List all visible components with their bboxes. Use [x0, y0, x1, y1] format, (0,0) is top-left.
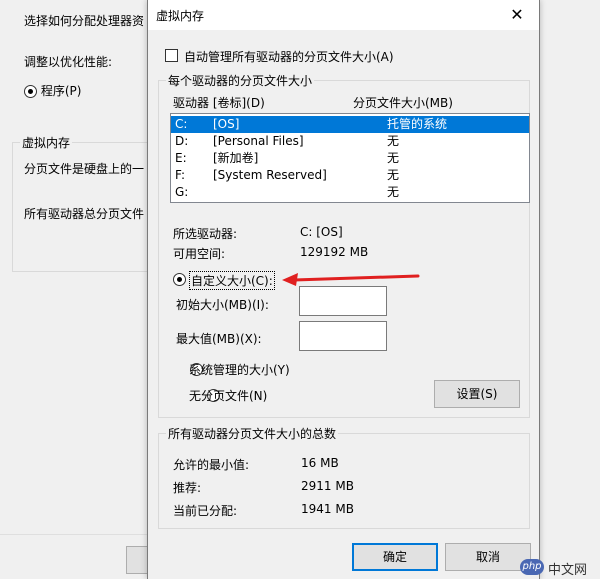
no-paging-label[interactable]: 无分页文件(N) — [189, 387, 267, 404]
php-logo-icon: php — [520, 559, 544, 575]
annotation-arrow-icon — [282, 273, 420, 286]
drive-letter: D: — [175, 134, 189, 148]
drive-row-f[interactable]: F: [System Reserved] 无 — [171, 167, 529, 184]
drive-size: 无 — [387, 151, 400, 165]
selected-drive-value: C: [OS] — [300, 225, 343, 239]
close-icon: ✕ — [510, 5, 524, 24]
drive-row-e[interactable]: E: [新加卷] 无 — [171, 150, 529, 167]
drive-label: [Personal Files] — [213, 134, 304, 148]
drive-letter: E: — [175, 151, 187, 165]
free-space-label: 可用空间: — [173, 247, 226, 261]
drive-letter: F: — [175, 168, 186, 182]
currently-allocated-value: 1941 MB — [301, 502, 354, 516]
initial-size-label: 初始大小(MB)(I): — [176, 298, 269, 312]
program-radio-label: 程序(P) — [40, 84, 82, 98]
drive-column-header: 驱动器 [卷标](D) — [173, 96, 265, 110]
per-drive-group-title: 每个驱动器的分页文件大小 — [166, 72, 315, 89]
max-size-label: 最大值(MB)(X): — [176, 332, 262, 346]
min-allowed-value: 16 MB — [301, 456, 339, 470]
program-radio-option[interactable]: 程序(P) — [24, 82, 81, 99]
drive-letter: C: — [175, 117, 188, 131]
processor-scheduling-text: 选择如何分配处理器资 — [24, 14, 145, 28]
recommended-value: 2911 MB — [301, 479, 354, 493]
custom-size-radio[interactable] — [173, 273, 186, 286]
drive-row-c[interactable]: C: [OS] 托管的系统 — [171, 116, 529, 133]
watermark-text: 中文网 — [548, 563, 588, 578]
selected-drive-label: 所选驱动器: — [173, 227, 238, 241]
recommended-label: 推荐: — [173, 481, 202, 495]
ok-button[interactable]: 确定 — [352, 543, 438, 571]
auto-manage-label[interactable]: 自动管理所有驱动器的分页文件大小(A) — [184, 48, 394, 65]
min-allowed-label: 允许的最小值: — [173, 458, 250, 472]
initial-size-input[interactable] — [299, 286, 387, 316]
virtual-memory-group-title: 虚拟内存 — [20, 134, 73, 151]
auto-manage-checkbox[interactable] — [165, 49, 178, 62]
drive-size: 托管的系统 — [387, 117, 448, 131]
drive-size: 无 — [387, 168, 400, 182]
drive-label: [OS] — [213, 117, 240, 131]
program-radio[interactable] — [24, 85, 37, 98]
system-managed-label[interactable]: 系统管理的大小(Y) — [189, 361, 290, 378]
totals-group-title: 所有驱动器分页文件大小的总数 — [166, 425, 339, 442]
close-button[interactable]: ✕ — [495, 0, 539, 30]
custom-size-label[interactable]: 自定义大小(C): — [189, 271, 275, 290]
drive-list[interactable]: C: [OS] 托管的系统 D: [Personal Files] 无 E: [… — [170, 113, 530, 203]
total-paging-file-text: 所有驱动器总分页文件 — [24, 207, 145, 221]
dialog-title: 虚拟内存 — [156, 9, 205, 23]
drive-label: [System Reserved] — [213, 168, 327, 182]
performance-options-window: 选择如何分配处理器资 调整以优化性能: 程序(P) 虚拟内存 分页文件是硬盘上的… — [0, 0, 162, 579]
cancel-button[interactable]: 取消 — [445, 543, 531, 571]
virtual-memory-dialog: 虚拟内存 ✕ 自动管理所有驱动器的分页文件大小(A) 每个驱动器的分页文件大小 … — [147, 0, 540, 579]
size-column-header: 分页文件大小(MB) — [353, 96, 453, 110]
drive-row-d[interactable]: D: [Personal Files] 无 — [171, 133, 529, 150]
drive-size: 无 — [387, 134, 400, 148]
drive-letter: G: — [175, 185, 189, 199]
set-button[interactable]: 设置(S) — [434, 380, 520, 408]
free-space-value: 129192 MB — [300, 245, 369, 259]
php-watermark: php 中文网 — [520, 556, 598, 578]
drive-size: 无 — [387, 185, 400, 199]
drive-row-g[interactable]: G: 无 — [171, 184, 529, 201]
bg-button[interactable] — [126, 546, 148, 574]
paging-file-description: 分页文件是硬盘上的一 — [24, 162, 145, 176]
max-size-input[interactable] — [299, 321, 387, 351]
title-bar: 虚拟内存 ✕ — [148, 0, 539, 30]
adjust-performance-label: 调整以优化性能: — [24, 55, 113, 69]
drive-label: [新加卷] — [213, 151, 259, 165]
currently-allocated-label: 当前已分配: — [173, 504, 238, 518]
